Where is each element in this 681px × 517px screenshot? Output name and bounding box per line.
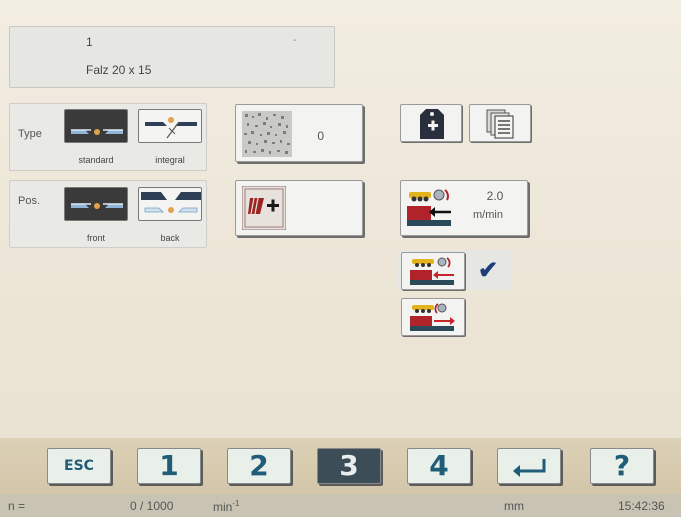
- status-length-unit: mm: [504, 499, 524, 513]
- status-unit-base: min: [213, 500, 233, 514]
- enter-arrow-icon: [513, 459, 546, 477]
- documents-icon: [486, 109, 514, 139]
- type-standard-button[interactable]: [64, 109, 128, 143]
- program-dash: -: [293, 35, 297, 46]
- checkmark-icon: ✔: [478, 257, 499, 284]
- type-integral-button[interactable]: [138, 109, 202, 143]
- counter-value: 0: [317, 129, 324, 143]
- status-unit: min-1: [213, 499, 239, 514]
- add-stack-button[interactable]: [235, 180, 363, 236]
- status-bar: n = 0 / 1000 min-1 mm 15:42:36: [0, 494, 681, 517]
- program-list-button[interactable]: [469, 104, 531, 142]
- speed-value: 2.0: [486, 189, 504, 203]
- tab-1-key[interactable]: 1: [137, 448, 201, 484]
- tab-4-key[interactable]: 4: [407, 448, 471, 484]
- screen: 1 - Falz 20 x 15 Type standard integral …: [0, 0, 681, 517]
- feed-reverse-icon: [410, 257, 454, 285]
- pos-back-button[interactable]: [138, 187, 202, 221]
- tag-plus-icon: [420, 109, 444, 139]
- program-name: Falz 20 x 15: [86, 63, 152, 77]
- direction-forward-button[interactable]: [401, 298, 465, 336]
- counter-button[interactable]: 0: [235, 104, 363, 162]
- feed-speed-icon: [407, 189, 451, 226]
- status-time: 15:42:36: [618, 499, 665, 513]
- pos-back-caption: back: [160, 233, 180, 243]
- program-number: 1: [86, 35, 93, 49]
- type-panel: Type standard integral: [9, 103, 207, 171]
- tab-2-key[interactable]: 2: [227, 448, 291, 484]
- position-front-icon: [65, 188, 127, 220]
- status-unit-sup: -1: [232, 499, 240, 508]
- feed-forward-icon: [410, 303, 455, 331]
- type-standard-caption: standard: [78, 155, 114, 165]
- position-back-icon: [141, 192, 201, 213]
- fold-integral-icon: [145, 117, 197, 139]
- direction-reverse-button[interactable]: [401, 252, 465, 290]
- type-integral-caption: integral: [155, 155, 185, 165]
- enter-key[interactable]: [497, 448, 561, 484]
- program-header[interactable]: 1 - Falz 20 x 15: [9, 26, 335, 88]
- pos-front-button[interactable]: [64, 187, 128, 221]
- speed-unit: m/min: [473, 209, 503, 221]
- add-stack-icon: [242, 186, 286, 230]
- pos-panel: Pos. front back: [9, 180, 207, 248]
- new-program-button[interactable]: [400, 104, 462, 142]
- status-n-label: n =: [8, 499, 26, 513]
- speed-button[interactable]: 2.0 m/min: [400, 180, 528, 236]
- status-count: 0 / 1000: [130, 499, 174, 513]
- help-key[interactable]: ?: [590, 448, 654, 484]
- type-label: Type: [18, 128, 42, 140]
- pos-front-caption: front: [86, 233, 105, 243]
- sheet-counter-icon: [242, 111, 292, 157]
- fold-standard-icon: [65, 110, 127, 142]
- esc-key[interactable]: ESC: [47, 448, 111, 484]
- tab-3-key[interactable]: 3: [317, 448, 381, 484]
- key-bar: ESC 1 2 3 4 ?: [0, 438, 681, 494]
- pos-label: Pos.: [18, 195, 41, 207]
